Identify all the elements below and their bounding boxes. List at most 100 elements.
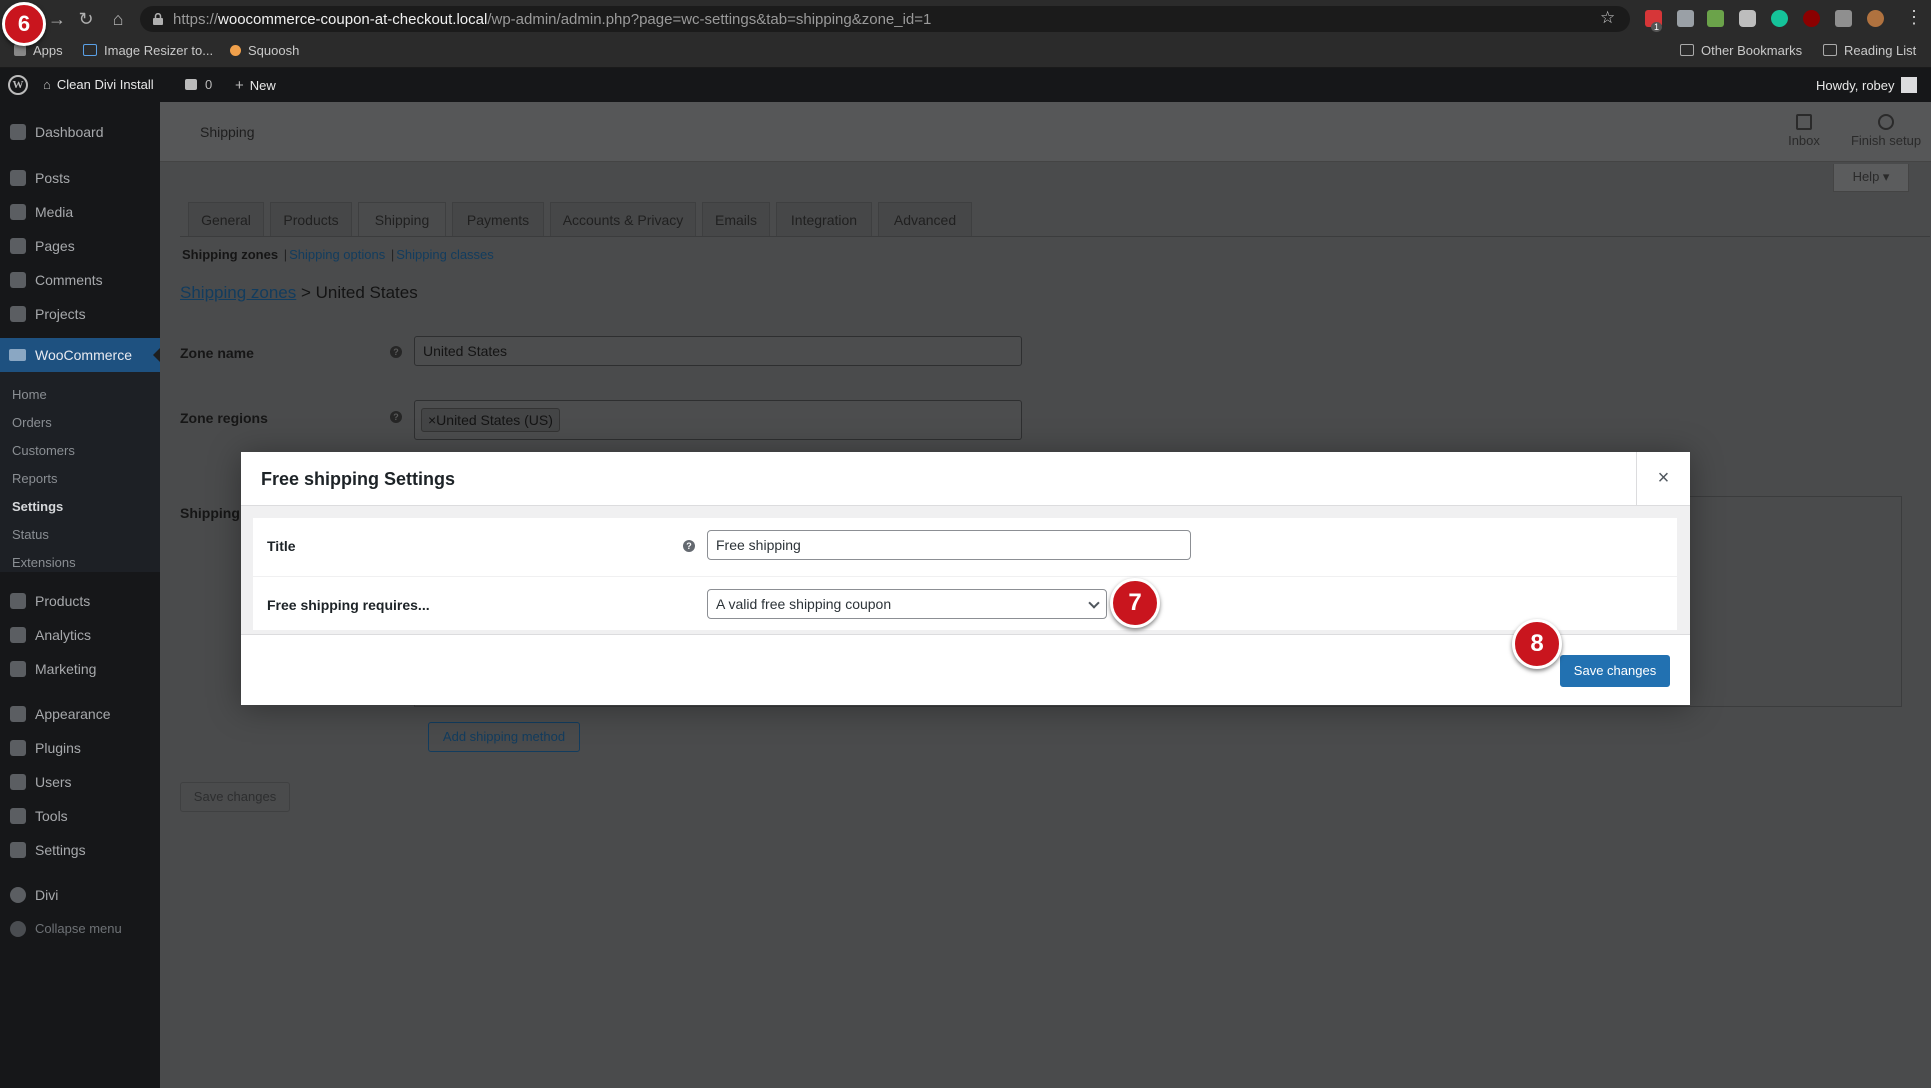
tab-accounts-privacy[interactable]: Accounts & Privacy xyxy=(550,202,696,236)
sidebar-item-divi[interactable]: Divi xyxy=(0,882,160,910)
plus-icon: + xyxy=(235,77,244,94)
tab-emails[interactable]: Emails xyxy=(702,202,770,236)
bookmark-apps-label: Apps xyxy=(33,43,63,58)
address-bar[interactable]: https://woocommerce-coupon-at-checkout.l… xyxy=(140,6,1630,32)
wordpress-logo-icon[interactable]: W xyxy=(8,75,28,95)
analytics-icon xyxy=(10,627,26,643)
breadcrumb-shipping-zones-link[interactable]: Shipping zones xyxy=(180,283,296,302)
sidebar-item-projects[interactable]: Projects xyxy=(0,301,160,329)
forward-icon[interactable]: → xyxy=(46,8,68,30)
extension-color-icon[interactable] xyxy=(1707,10,1724,27)
site-name-link[interactable]: ⌂ Clean Divi Install xyxy=(43,77,154,92)
inbox-label: Inbox xyxy=(1788,133,1820,148)
comments-link[interactable]: 0 xyxy=(185,77,212,92)
finish-setup-button[interactable]: Finish setup xyxy=(1843,114,1929,148)
other-bookmarks-label: Other Bookmarks xyxy=(1701,43,1803,58)
user-icon xyxy=(10,774,26,790)
extension-badge: 1 xyxy=(1651,22,1663,32)
shipping-subnav: Shipping zones | Shipping options | Shippi… xyxy=(182,247,494,262)
settings-icon xyxy=(10,842,26,858)
tab-advanced[interactable]: Advanced xyxy=(878,202,972,236)
title-input[interactable]: Free shipping xyxy=(707,530,1191,560)
subnav-shipping-classes[interactable]: Shipping classes xyxy=(396,247,494,262)
progress-ring-icon xyxy=(1878,114,1894,130)
sidebar-item-appearance[interactable]: Appearance xyxy=(0,701,160,729)
sidebar-item-woocommerce[interactable]: WooCommerce xyxy=(0,338,161,372)
sidebar-item-pages[interactable]: Pages xyxy=(0,233,160,261)
tab-payments[interactable]: Payments xyxy=(452,202,544,236)
zone-name-input[interactable]: United States xyxy=(414,336,1022,366)
bookmark-star-icon[interactable]: ☆ xyxy=(1600,8,1615,28)
ublock-icon[interactable] xyxy=(1803,10,1820,27)
zone-name-label: Zone name xyxy=(180,345,254,361)
shipping-methods-label: Shipping xyxy=(180,505,240,521)
sidebar-item-marketing[interactable]: Marketing xyxy=(0,656,160,684)
help-tab-button[interactable]: Help ▾ xyxy=(1833,164,1909,192)
submenu-settings[interactable]: Settings xyxy=(12,499,63,514)
sidebar-item-dashboard[interactable]: Dashboard xyxy=(0,119,160,147)
submenu-extensions[interactable]: Extensions xyxy=(12,555,76,570)
submenu-home[interactable]: Home xyxy=(12,387,47,402)
my-account[interactable]: Howdy, robey xyxy=(1816,77,1917,93)
wrench-icon xyxy=(10,808,26,824)
woocommerce-icon xyxy=(9,349,26,361)
save-changes-button-disabled[interactable]: Save changes xyxy=(180,782,290,812)
reload-icon[interactable]: ↻ xyxy=(75,8,97,30)
grammarly-icon[interactable] xyxy=(1771,10,1788,27)
bookmark-squoosh[interactable]: Squoosh xyxy=(230,43,299,58)
sidebar-item-users[interactable]: Users xyxy=(0,769,160,797)
zone-regions-select[interactable]: ×United States (US) xyxy=(414,400,1022,440)
sidebar-item-analytics[interactable]: Analytics xyxy=(0,622,160,650)
sidebar-item-plugins[interactable]: Plugins xyxy=(0,735,160,763)
submenu-customers[interactable]: Customers xyxy=(12,443,75,458)
subnav-shipping-options[interactable]: Shipping options xyxy=(289,247,385,262)
region-chip-united-states[interactable]: ×United States (US) xyxy=(421,408,560,432)
sidebar-item-label: Marketing xyxy=(35,661,97,677)
sidebar-item-tools[interactable]: Tools xyxy=(0,803,160,831)
subnav-separator: | xyxy=(283,247,288,262)
tab-integration[interactable]: Integration xyxy=(776,202,872,236)
camera-icon[interactable] xyxy=(1739,10,1756,27)
inbox-button[interactable]: Inbox xyxy=(1774,114,1834,148)
sidebar-item-label: Posts xyxy=(35,170,71,186)
comments-icon xyxy=(10,272,26,288)
sidebar-item-media[interactable]: Media xyxy=(0,199,160,227)
extension-screen-icon[interactable] xyxy=(1677,10,1694,27)
comment-bubble-icon xyxy=(185,79,197,90)
howdy-label: Howdy, robey xyxy=(1816,78,1895,93)
puzzle-icon[interactable] xyxy=(1835,10,1852,27)
sidebar-item-settings[interactable]: Settings xyxy=(0,837,160,865)
sidebar-collapse-menu[interactable]: Collapse menu xyxy=(0,916,160,944)
inbox-icon xyxy=(1796,114,1812,130)
tab-products[interactable]: Products xyxy=(270,202,352,236)
submenu-orders[interactable]: Orders xyxy=(12,415,52,430)
new-content-link[interactable]: + New xyxy=(235,77,276,94)
submenu-reports[interactable]: Reports xyxy=(12,471,58,486)
zone-name-help-icon[interactable]: ? xyxy=(390,346,402,358)
sidebar-item-products[interactable]: Products xyxy=(0,588,160,616)
tab-general[interactable]: General xyxy=(188,202,264,236)
add-shipping-method-button[interactable]: Add shipping method xyxy=(428,722,580,752)
profile-avatar-icon[interactable] xyxy=(1867,10,1884,27)
sidebar-item-label: Settings xyxy=(35,842,86,858)
avatar xyxy=(1900,77,1917,93)
reading-list[interactable]: Reading List xyxy=(1823,43,1916,58)
reading-list-label: Reading List xyxy=(1844,43,1917,58)
sidebar-item-label: Tools xyxy=(35,808,68,824)
sidebar-item-posts[interactable]: Posts xyxy=(0,165,160,193)
zone-regions-help-icon[interactable]: ? xyxy=(390,411,402,423)
other-bookmarks[interactable]: Other Bookmarks xyxy=(1680,43,1802,58)
subnav-shipping-zones[interactable]: Shipping zones xyxy=(182,247,278,262)
save-changes-button[interactable]: Save changes xyxy=(1560,655,1670,687)
sidebar-item-label: Comments xyxy=(35,272,103,288)
browser-toolbar: → ↻ ⌂ https://woocommerce-coupon-at-chec… xyxy=(0,0,1931,38)
modal-close-button[interactable]: × xyxy=(1636,452,1690,506)
title-help-icon[interactable]: ? xyxy=(683,540,695,552)
tab-shipping[interactable]: Shipping xyxy=(358,202,446,236)
submenu-status[interactable]: Status xyxy=(12,527,49,542)
bookmark-image-resizer[interactable]: Image Resizer to... xyxy=(83,43,213,58)
requires-select[interactable]: A valid free shipping coupon xyxy=(707,589,1107,619)
sidebar-item-comments[interactable]: Comments xyxy=(0,267,160,295)
browser-menu-icon[interactable]: ⋮ xyxy=(1905,7,1923,28)
home-icon[interactable]: ⌂ xyxy=(107,8,129,30)
